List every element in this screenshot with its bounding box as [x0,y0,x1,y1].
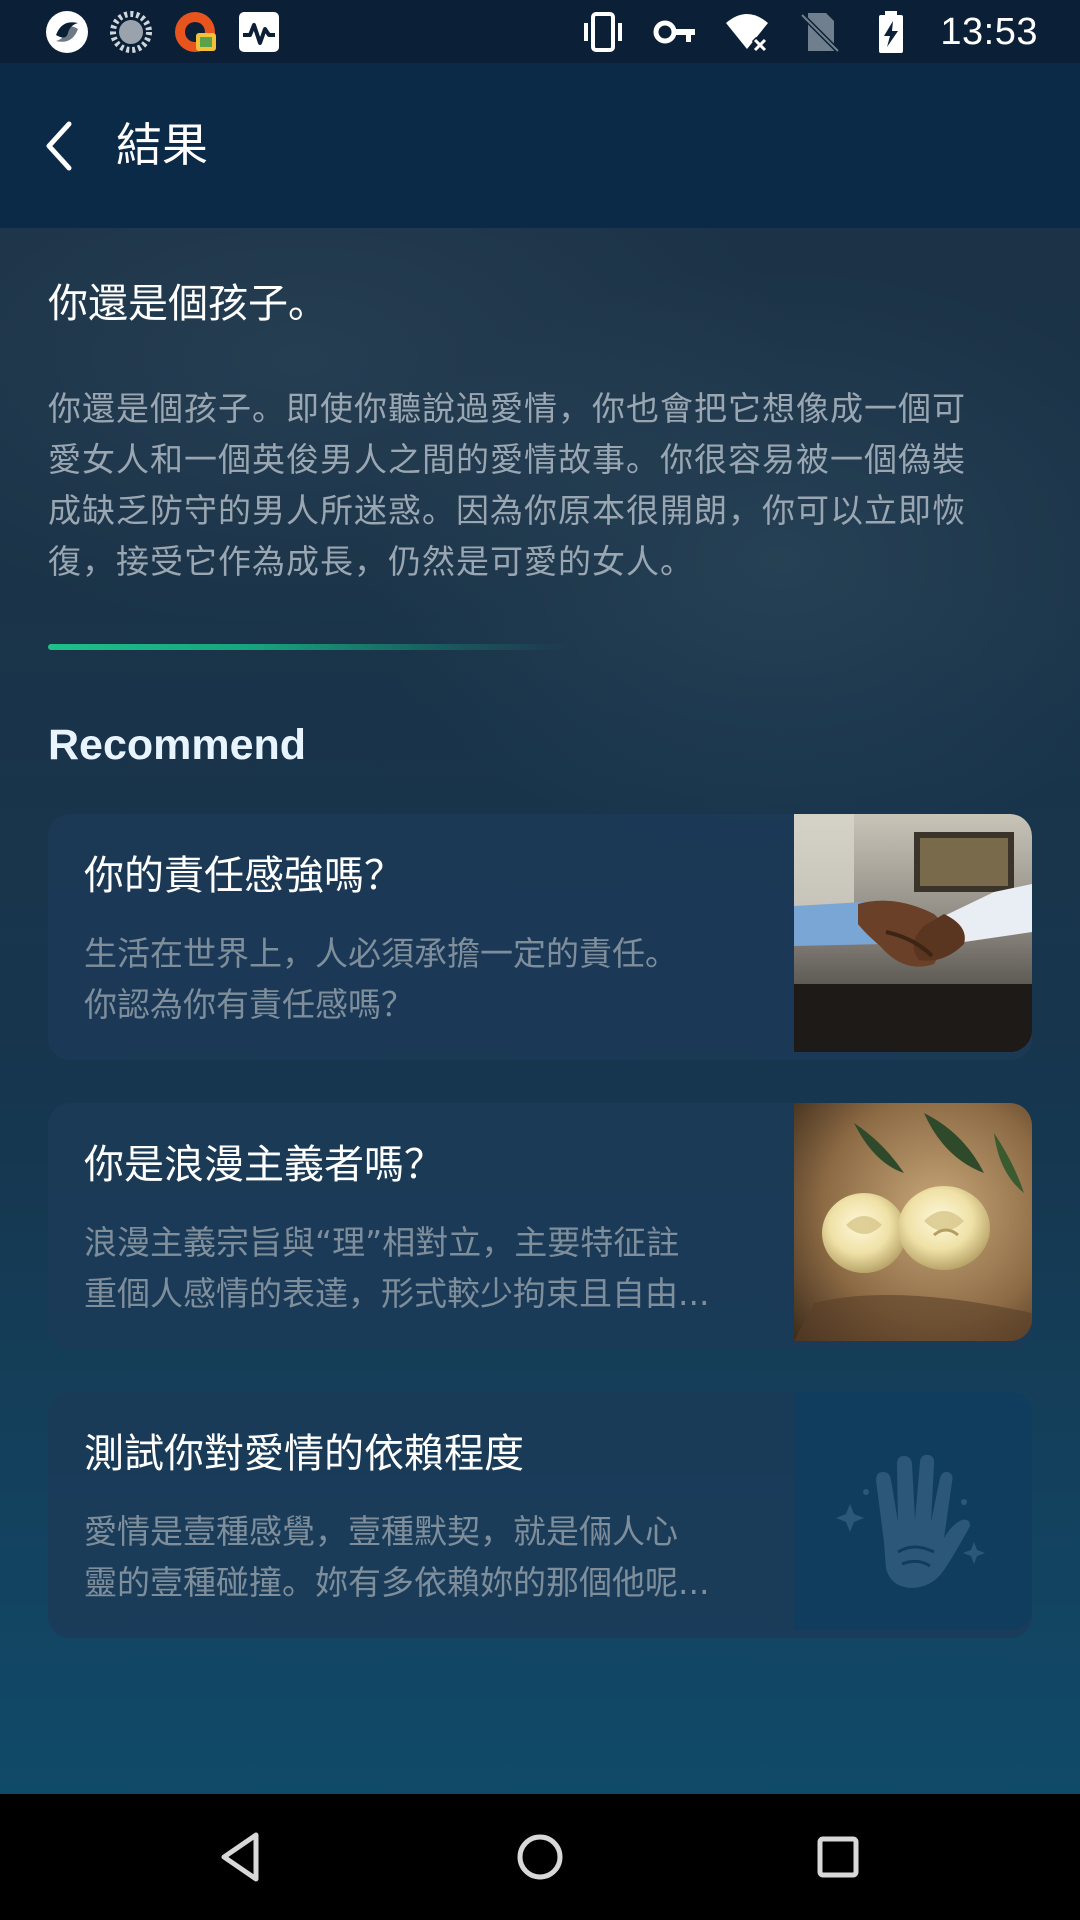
palm-hand-icon [836,1454,985,1588]
handshake-photo [794,814,1032,1052]
card-title: 你的責任感強嗎？ [84,853,404,899]
orange-app-icon [175,12,216,52]
result-description-line: 復，接受它作為成長，仍然是可愛的女人。 [48,542,694,581]
status-time: 13:53 [940,10,1038,53]
no-sim-icon [800,13,841,53]
card-description-line: 靈的壹種碰撞。妳有多依賴妳的那個他呢... [84,1563,710,1602]
app-bar: 結果 [0,63,1080,228]
back-triangle-icon [221,1832,259,1882]
white-roses-photo [794,1103,1032,1341]
activity-monitor-icon [239,12,279,52]
card-description: 生活在世界上，人必須承擔一定的責任。 你認為你有責任感嗎？ [84,928,784,1030]
status-right-icons: 13:53 [580,8,1038,56]
result-divider [48,644,568,650]
screen: 13:53 結果 你還是個孩子。 你還是個孩子。即使你聽說過愛情，你也會把它想像… [0,0,1080,1920]
card-description-line: 浪漫主義宗旨與“理”相對立，主要特征註 [84,1223,680,1262]
nav-back-button[interactable] [206,1822,276,1892]
app-logo-icon [46,11,88,53]
home-circle-icon [517,1834,563,1880]
card-description-line: 生活在世界上，人必須承擔一定的責任。 [84,934,678,973]
card-description-line: 你認為你有責任感嗎？ [84,985,414,1024]
result-description: 你還是個孩子。即使你聽說過愛情，你也會把它想像成一個可 愛女人和一個英俊男人之間… [48,383,1032,587]
back-button[interactable] [26,113,92,179]
result-description-line: 你還是個孩子。即使你聽說過愛情，你也會把它想像成一個可 [48,389,966,428]
recommend-card-responsibility[interactable]: 你的責任感強嗎？ 生活在世界上，人必須承擔一定的責任。 你認為你有責任感嗎？ [48,814,1032,1060]
chevron-left-icon [46,121,72,171]
recommend-card-love-dependency[interactable]: 測試你對愛情的依賴程度 愛情是壹種感覺，壹種默契，就是倆人心 靈的壹種碰撞。妳有… [48,1392,1032,1638]
recommend-heading: Recommend [48,721,307,769]
status-left-icons [44,8,282,56]
result-description-line: 成缺乏防守的男人所迷惑。因為你原本很開朗，你可以立即恢 [48,491,966,530]
card-title: 你是浪漫主義者嗎？ [84,1142,444,1188]
recents-square-icon [817,1836,859,1878]
card-description-line: 愛情是壹種感覺，壹種默契，就是倆人心 [84,1512,678,1551]
loading-circle-icon [110,11,152,53]
card-description: 浪漫主義宗旨與“理”相對立，主要特征註 重個人感情的表達，形式較少拘束且自由..… [84,1217,784,1319]
vpn-key-icon [653,20,696,44]
vibrate-icon [584,12,623,52]
page-title: 結果 [116,118,208,172]
result-title: 你還是個孩子。 [48,281,328,327]
card-description-line: 重個人感情的表達，形式較少拘束且自由... [84,1274,710,1313]
recommend-card-romantic[interactable]: 你是浪漫主義者嗎？ 浪漫主義宗旨與“理”相對立，主要特征註 重個人感情的表達，形… [48,1103,1032,1349]
wifi-off-icon [726,14,769,54]
nav-recents-button[interactable] [803,1822,873,1892]
result-description-line: 愛女人和一個英俊男人之間的愛情故事。你很容易被一個偽裝 [48,440,966,479]
status-bar: 13:53 [0,0,1080,63]
battery-charging-icon [879,11,904,53]
card-title: 測試你對愛情的依賴程度 [84,1431,524,1477]
nav-home-button[interactable] [505,1822,575,1892]
card-description: 愛情是壹種感覺，壹種默契，就是倆人心 靈的壹種碰撞。妳有多依賴妳的那個他呢... [84,1506,784,1608]
navigation-bar [0,1794,1080,1920]
palm-thumbnail [794,1392,1032,1630]
